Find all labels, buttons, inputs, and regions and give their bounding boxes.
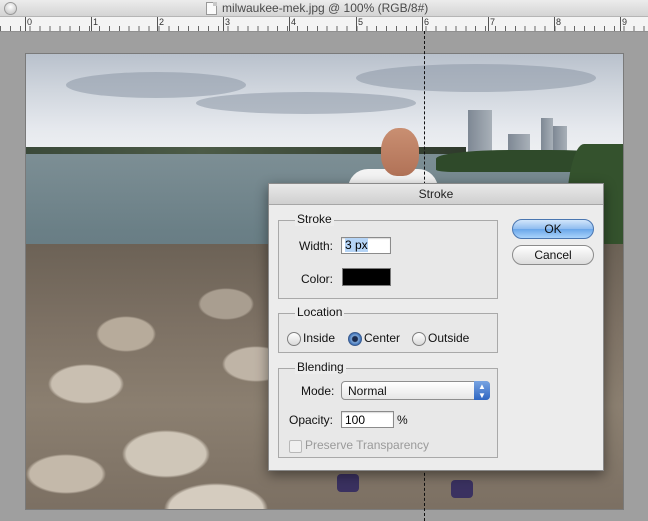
center-radio[interactable]: [348, 332, 362, 346]
ruler-label: 6: [424, 17, 430, 27]
outside-label[interactable]: Outside: [428, 331, 469, 345]
photo-sandal: [451, 480, 473, 498]
width-label: Width:: [299, 239, 334, 253]
document-icon: [206, 2, 217, 15]
opacity-field[interactable]: [341, 411, 394, 428]
stroke-group-legend: Stroke: [295, 212, 334, 226]
photo-sandal: [337, 474, 359, 492]
ok-button[interactable]: OK: [512, 219, 594, 239]
width-field[interactable]: 3 px: [341, 237, 391, 254]
horizontal-ruler[interactable]: 0 1 2 3 4 5 6 7 8 9: [0, 17, 648, 32]
preserve-transparency-label[interactable]: Preserve Transparency: [305, 438, 429, 452]
cancel-button[interactable]: Cancel: [512, 245, 594, 265]
blending-group: Blending Mode: Normal ▲▼ Opacity: % Pres…: [278, 360, 498, 458]
ruler-major-tick: [91, 17, 92, 31]
ruler-label: 2: [159, 17, 165, 27]
ruler-major-tick: [620, 17, 621, 31]
ruler-major-tick: [157, 17, 158, 31]
mode-select-value: Normal: [348, 384, 387, 398]
opacity-unit: %: [397, 413, 408, 427]
inside-radio[interactable]: [287, 332, 301, 346]
ruler-label: 9: [622, 17, 628, 27]
photo-person-head: [381, 128, 419, 176]
ruler-major-tick: [25, 17, 26, 31]
inside-label[interactable]: Inside: [303, 331, 335, 345]
stroke-dialog: Stroke Stroke Width: 3 px Color: Locatio…: [268, 183, 604, 471]
stroke-group: Stroke Width: 3 px Color:: [278, 212, 498, 299]
mode-label: Mode:: [301, 384, 335, 398]
color-swatch[interactable]: [342, 268, 391, 286]
window-title: milwaukee-mek.jpg @ 100% (RGB/8#): [222, 1, 429, 15]
ruler-label: 1: [93, 17, 99, 27]
photo-cloud: [196, 92, 416, 114]
window-title-bar: milwaukee-mek.jpg @ 100% (RGB/8#): [0, 0, 648, 17]
ruler-label: 3: [225, 17, 231, 27]
color-label: Color:: [301, 272, 334, 286]
mode-select[interactable]: Normal ▲ ▼: [341, 381, 490, 400]
updown-arrows-icon: ▲ ▼: [474, 381, 490, 400]
blending-group-legend: Blending: [295, 360, 346, 374]
center-label[interactable]: Center: [364, 331, 400, 345]
width-field-value: 3 px: [345, 238, 368, 252]
ruler-label: 5: [358, 17, 364, 27]
ruler-major-tick: [356, 17, 357, 31]
ruler-major-tick: [488, 17, 489, 31]
ruler-label: 7: [490, 17, 496, 27]
ruler-label: 8: [556, 17, 562, 27]
ruler-major-tick: [223, 17, 224, 31]
ruler-major-tick: [289, 17, 290, 31]
photo-cloud: [356, 64, 596, 92]
opacity-label: Opacity:: [289, 413, 334, 427]
window-close-button[interactable]: [4, 2, 17, 15]
preserve-transparency-checkbox[interactable]: [289, 440, 302, 453]
ruler-major-tick: [422, 17, 423, 31]
ruler-label: 0: [27, 17, 33, 27]
location-group-legend: Location: [295, 305, 345, 319]
ruler-major-tick: [554, 17, 555, 31]
ruler-label: 4: [291, 17, 297, 27]
location-group: Location Inside Center Outside: [278, 305, 498, 353]
photo-cloud: [66, 72, 246, 98]
outside-radio[interactable]: [412, 332, 426, 346]
dialog-title: Stroke: [269, 184, 603, 205]
